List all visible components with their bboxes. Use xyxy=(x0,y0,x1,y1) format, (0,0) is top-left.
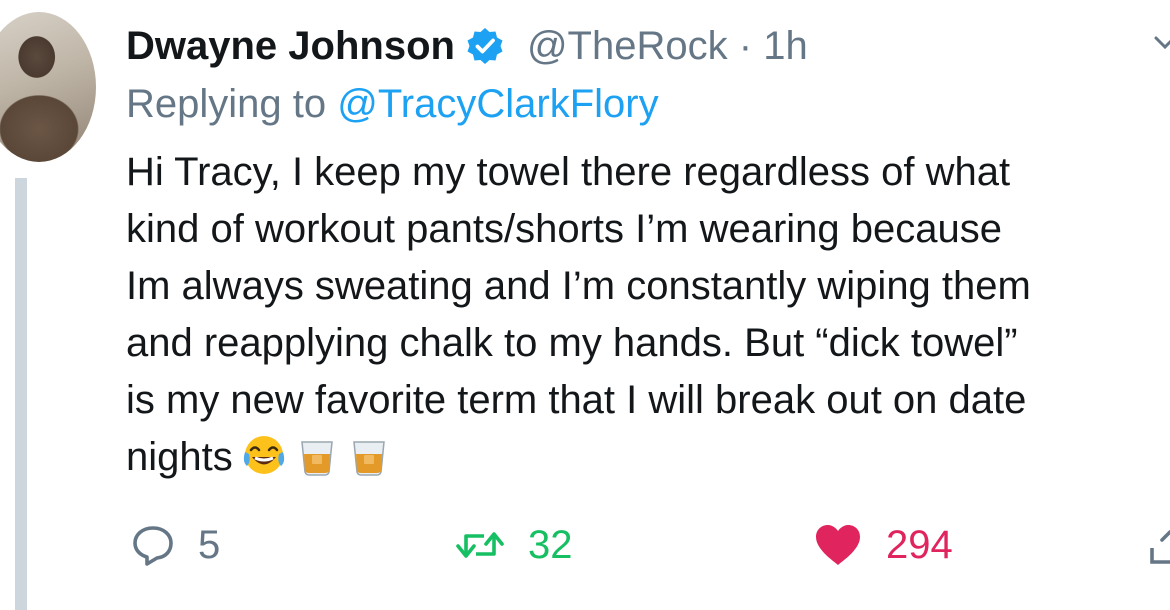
tweet-header: Dwayne Johnson @TheRock · 1h xyxy=(126,16,808,76)
tweet-line: and reapplying chalk to my hands. But “d… xyxy=(126,321,1018,365)
verified-badge-icon xyxy=(465,26,505,66)
retweet-count: 32 xyxy=(528,522,573,567)
chevron-down-icon[interactable] xyxy=(1150,28,1170,58)
tweet-line: Hi Tracy, I keep my towel there regardle… xyxy=(126,150,1011,194)
replying-to: Replying to @TracyClarkFlory xyxy=(126,82,659,127)
tweet-line: Im always sweating and I’m constantly wi… xyxy=(126,264,1031,308)
author-name[interactable]: Dwayne Johnson xyxy=(126,24,455,69)
author-handle[interactable]: @TheRock xyxy=(527,24,728,68)
avatar[interactable] xyxy=(0,12,96,162)
tweet-line: nights xyxy=(126,435,233,479)
thread-connector-line xyxy=(15,178,27,610)
tweet-timestamp[interactable]: 1h xyxy=(763,24,808,68)
tweet-text: Hi Tracy, I keep my towel there regardle… xyxy=(126,144,1170,494)
tumbler-glass-emoji-icon xyxy=(347,432,391,494)
reply-mention-link[interactable]: @TracyClarkFlory xyxy=(337,82,658,126)
heart-icon xyxy=(816,525,860,565)
tweet-last-line: nights xyxy=(126,429,1170,494)
tweet-actions-bar: 5 32 294 xyxy=(126,515,1170,575)
like-count: 294 xyxy=(886,522,953,567)
reply-icon xyxy=(133,526,173,566)
like-button[interactable]: 294 xyxy=(812,515,953,575)
reply-button[interactable]: 5 xyxy=(130,515,220,575)
retweet-icon xyxy=(456,532,504,558)
tears-of-joy-emoji-icon xyxy=(241,432,287,494)
share-button[interactable] xyxy=(1148,515,1170,575)
retweet-button[interactable]: 32 xyxy=(454,515,573,575)
tweet-line: is my new favorite term that I will brea… xyxy=(126,378,1027,422)
separator-dot: · xyxy=(738,23,753,68)
tumbler-glass-emoji-icon xyxy=(295,432,339,494)
tweet-line: kind of workout pants/shorts I’m wearing… xyxy=(126,207,1002,251)
share-icon xyxy=(1150,530,1170,564)
reply-count: 5 xyxy=(198,522,221,567)
replying-to-label: Replying to xyxy=(126,82,327,126)
